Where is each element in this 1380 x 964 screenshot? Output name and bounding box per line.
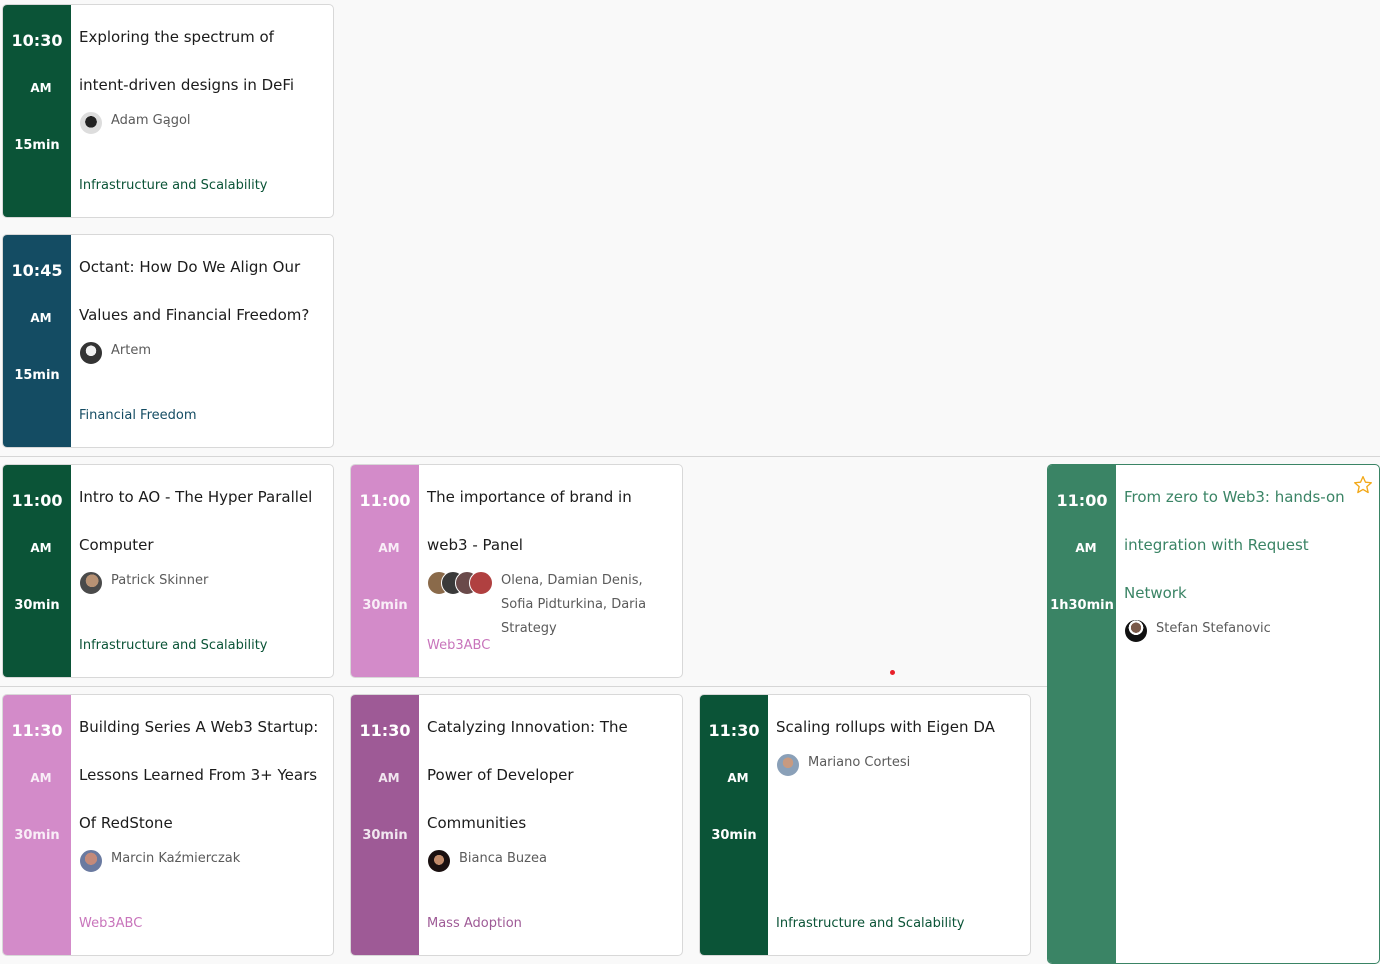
session-time-column: 11:00 AM 30min bbox=[3, 465, 71, 677]
session-time-column: 11:00 AM 30min bbox=[351, 465, 419, 677]
speaker-row[interactable]: Olena, Damian Denis, Sofia Pidturkina, D… bbox=[427, 569, 672, 641]
speaker-row[interactable]: Mariano Cortesi bbox=[776, 751, 1020, 777]
session-title[interactable]: From zero to Web3: hands-on integration … bbox=[1124, 473, 1349, 617]
session-time: 11:00 bbox=[11, 491, 63, 510]
track-label[interactable]: Web3ABC bbox=[79, 916, 142, 931]
session-title[interactable]: Catalyzing Innovation: The Power of Deve… bbox=[427, 703, 672, 847]
session-card[interactable]: 11:00 AM 30min The importance of brand i… bbox=[350, 464, 683, 678]
track-label[interactable]: Infrastructure and Scalability bbox=[79, 178, 268, 193]
avatar bbox=[79, 111, 103, 135]
speaker-row[interactable]: Artem bbox=[79, 339, 323, 365]
session-time: 10:45 bbox=[11, 261, 63, 280]
speaker-name: Bianca Buzea bbox=[459, 851, 547, 866]
session-ampm: AM bbox=[30, 541, 52, 555]
track-label[interactable]: Infrastructure and Scalability bbox=[79, 638, 268, 653]
track-label[interactable]: Infrastructure and Scalability bbox=[776, 916, 965, 931]
time-divider bbox=[0, 456, 1380, 457]
session-time-column: 11:30 AM 30min bbox=[351, 695, 419, 955]
session-time-column: 10:45 AM 15min bbox=[3, 235, 71, 447]
avatar bbox=[79, 571, 103, 595]
avatar bbox=[79, 849, 103, 873]
session-duration: 30min bbox=[14, 598, 60, 613]
speaker-name: Mariano Cortesi bbox=[808, 755, 911, 770]
session-title[interactable]: Octant: How Do We Align Our Values and F… bbox=[79, 243, 323, 339]
session-card[interactable]: 11:30 AM 30min Scaling rollups with Eige… bbox=[699, 694, 1031, 956]
speaker-row[interactable]: Marcin Kaźmierczak bbox=[79, 847, 323, 873]
session-time: 11:30 bbox=[359, 721, 411, 740]
session-ampm: AM bbox=[378, 771, 400, 785]
session-duration: 15min bbox=[14, 138, 60, 153]
avatar bbox=[79, 341, 103, 365]
speaker-name: Adam Gągol bbox=[111, 113, 191, 128]
session-title[interactable]: The importance of brand in web3 - Panel bbox=[427, 473, 672, 569]
track-label[interactable]: Financial Freedom bbox=[79, 408, 197, 423]
session-duration: 15min bbox=[14, 368, 60, 383]
session-ampm: AM bbox=[30, 81, 52, 95]
speaker-row[interactable]: Patrick Skinner bbox=[79, 569, 323, 595]
avatar bbox=[427, 849, 451, 873]
session-card[interactable]: 11:00 AM 1h30min From zero to Web3: hand… bbox=[1047, 464, 1380, 964]
avatar bbox=[1124, 619, 1148, 643]
session-ampm: AM bbox=[378, 541, 400, 555]
star-outline-icon[interactable] bbox=[1353, 475, 1373, 495]
session-title[interactable]: Intro to AO - The Hyper Parallel Compute… bbox=[79, 473, 323, 569]
session-title[interactable]: Exploring the spectrum of intent-driven … bbox=[79, 13, 323, 109]
speaker-name: Olena, Damian Denis, Sofia Pidturkina, D… bbox=[501, 573, 647, 636]
speaker-name: Marcin Kaźmierczak bbox=[111, 851, 241, 866]
session-time: 10:30 bbox=[11, 31, 63, 50]
avatar bbox=[469, 571, 493, 595]
session-time-column: 10:30 AM 15min bbox=[3, 5, 71, 217]
session-duration: 30min bbox=[711, 828, 757, 843]
speaker-row[interactable]: Adam Gągol bbox=[79, 109, 323, 135]
session-title[interactable]: Building Series A Web3 Startup: Lessons … bbox=[79, 703, 323, 847]
session-time-column: 11:00 AM 1h30min bbox=[1048, 465, 1116, 963]
session-ampm: AM bbox=[1075, 541, 1097, 555]
session-time-column: 11:30 AM 30min bbox=[700, 695, 768, 955]
session-ampm: AM bbox=[30, 311, 52, 325]
speaker-row[interactable]: Stefan Stefanovic bbox=[1124, 617, 1349, 643]
session-duration: 30min bbox=[362, 598, 408, 613]
session-card[interactable]: 11:00 AM 30min Intro to AO - The Hyper P… bbox=[2, 464, 334, 678]
session-time: 11:00 bbox=[359, 491, 411, 510]
current-time-dot bbox=[890, 670, 895, 675]
session-card[interactable]: 11:30 AM 30min Building Series A Web3 St… bbox=[2, 694, 334, 956]
session-ampm: AM bbox=[30, 771, 52, 785]
speaker-name: Artem bbox=[111, 343, 151, 358]
speaker-name: Stefan Stefanovic bbox=[1156, 621, 1271, 636]
speaker-name: Patrick Skinner bbox=[111, 573, 209, 588]
session-duration: 1h30min bbox=[1050, 598, 1114, 613]
avatar bbox=[776, 753, 800, 777]
session-ampm: AM bbox=[727, 771, 749, 785]
session-duration: 30min bbox=[14, 828, 60, 843]
session-time: 11:30 bbox=[708, 721, 760, 740]
session-title[interactable]: Scaling rollups with Eigen DA bbox=[776, 703, 1020, 751]
session-time: 11:30 bbox=[11, 721, 63, 740]
track-label[interactable]: Mass Adoption bbox=[427, 916, 522, 931]
session-time: 11:00 bbox=[1056, 491, 1108, 510]
speaker-row[interactable]: Bianca Buzea bbox=[427, 847, 672, 873]
session-time-column: 11:30 AM 30min bbox=[3, 695, 71, 955]
session-card[interactable]: 11:30 AM 30min Catalyzing Innovation: Th… bbox=[350, 694, 683, 956]
session-card[interactable]: 10:30 AM 15min Exploring the spectrum of… bbox=[2, 4, 334, 218]
session-card[interactable]: 10:45 AM 15min Octant: How Do We Align O… bbox=[2, 234, 334, 448]
track-label[interactable]: Web3ABC bbox=[427, 638, 490, 653]
session-duration: 30min bbox=[362, 828, 408, 843]
